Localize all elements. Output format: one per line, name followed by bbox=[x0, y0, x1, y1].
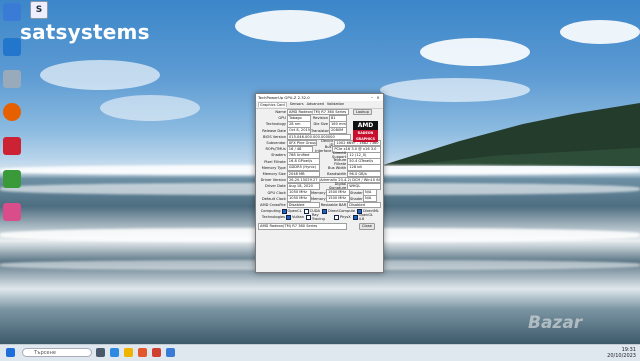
check-label: OpenCL bbox=[287, 209, 302, 214]
vulkan-check: Vulkan bbox=[286, 214, 304, 220]
gpuz-window: TechPowerUp GPU-Z 2.32.0 – × Graphics Ca… bbox=[255, 93, 384, 273]
radeon-sub: RADEON GRAPHICS bbox=[353, 130, 378, 142]
label: Driver Version bbox=[260, 178, 286, 183]
window-title: TechPowerUp GPU-Z 2.32.0 bbox=[258, 95, 310, 100]
cloud bbox=[235, 10, 345, 42]
close-icon[interactable]: × bbox=[375, 95, 381, 100]
check-label: Vulkan bbox=[292, 215, 304, 220]
cloud bbox=[560, 20, 640, 44]
watermark-logo: S bbox=[30, 1, 48, 19]
label: Transistors bbox=[311, 128, 331, 133]
label: Default Clock bbox=[261, 196, 286, 201]
label: Pixel Fillrate bbox=[264, 159, 286, 164]
label: GPU bbox=[278, 116, 286, 121]
label: GPU Clock bbox=[267, 190, 287, 195]
opengl-check: OpenGL 4.6 bbox=[352, 213, 379, 222]
label: Name bbox=[275, 110, 286, 115]
app-icon[interactable] bbox=[166, 348, 175, 357]
label: Die Size bbox=[313, 122, 329, 127]
app-icon[interactable] bbox=[3, 38, 21, 56]
label: Memory bbox=[311, 190, 326, 195]
recycle-bin-icon[interactable] bbox=[3, 70, 21, 88]
value: Disabled bbox=[347, 201, 381, 209]
label: Resizable BAR bbox=[320, 202, 347, 207]
label: BIOS Version bbox=[263, 134, 286, 139]
tab-graphics-card[interactable]: Graphics Card bbox=[258, 102, 287, 107]
label: Shaders bbox=[271, 153, 286, 158]
check-label: Ray Tracing bbox=[311, 213, 325, 222]
cloud bbox=[380, 78, 530, 102]
label: Memory Type bbox=[261, 165, 286, 170]
cpuid-icon[interactable] bbox=[3, 137, 21, 155]
bazar-watermark: Bazar bbox=[528, 313, 583, 333]
label: Release Date bbox=[262, 128, 286, 133]
title-bar[interactable]: TechPowerUp GPU-Z 2.32.0 – × bbox=[256, 94, 383, 101]
app-icon[interactable] bbox=[3, 170, 21, 188]
cloud bbox=[100, 95, 200, 121]
label: ROPs/TMUs bbox=[265, 147, 286, 152]
row-technologies: Technologies Vulkan Ray Tracing PhysX Op… bbox=[256, 213, 383, 222]
label: Memory bbox=[311, 196, 326, 201]
check-label: OpenGL 4.6 bbox=[358, 213, 373, 222]
label: Texture Fillrate bbox=[333, 157, 347, 166]
value: Disabled bbox=[286, 201, 321, 209]
gpu-select[interactable]: AMD Radeon(TM) R7 360 Series bbox=[258, 223, 347, 230]
app-icon[interactable] bbox=[152, 348, 161, 357]
tab-bar: Graphics Card Sensors Advanced Validatio… bbox=[256, 101, 383, 109]
label: Shader bbox=[350, 190, 363, 195]
label: Memory Size bbox=[262, 171, 286, 176]
cloud bbox=[420, 38, 530, 66]
close-button[interactable]: Close bbox=[359, 223, 375, 230]
check-label: DirectCompute bbox=[327, 209, 356, 214]
network-icon[interactable] bbox=[3, 3, 21, 21]
explorer-icon[interactable] bbox=[124, 348, 133, 357]
label: Shader bbox=[350, 196, 363, 201]
opencl-check: OpenCL bbox=[281, 208, 302, 214]
label: AMD CrossFire bbox=[260, 202, 286, 207]
label: Computing bbox=[260, 209, 281, 214]
tab-validation[interactable]: Validation bbox=[327, 102, 344, 107]
label: Bus Width bbox=[328, 165, 347, 170]
taskbar: Търсене 19:31 20/10/2023 bbox=[0, 344, 640, 361]
firefox-icon[interactable] bbox=[3, 103, 21, 121]
label: Technology bbox=[265, 122, 286, 127]
label: Technologies bbox=[261, 215, 285, 220]
edge-icon[interactable] bbox=[110, 348, 119, 357]
app-icon[interactable] bbox=[138, 348, 147, 357]
label: Bandwidth bbox=[327, 171, 347, 176]
row-footer: AMD Radeon(TM) R7 360 Series Close bbox=[256, 223, 383, 230]
start-icon[interactable] bbox=[6, 348, 15, 357]
label: Subvendor bbox=[266, 141, 286, 146]
raytracing-check: Ray Tracing bbox=[306, 213, 332, 221]
clock-date: 20/10/2023 bbox=[607, 353, 636, 359]
lookup-button[interactable]: Lookup bbox=[353, 108, 372, 116]
amd-logo: AMD RADEON GRAPHICS bbox=[353, 121, 378, 142]
tab-advanced[interactable]: Advanced bbox=[307, 102, 324, 107]
app-icon[interactable] bbox=[3, 203, 21, 221]
task-view-icon[interactable] bbox=[96, 348, 105, 357]
label: Driver Date bbox=[264, 184, 286, 189]
search-input[interactable]: Търсене bbox=[22, 348, 92, 357]
check-label: PhysX bbox=[339, 215, 351, 220]
tab-sensors[interactable]: Sensors bbox=[290, 102, 304, 107]
label: Revision bbox=[312, 116, 328, 121]
cloud bbox=[40, 60, 160, 90]
amd-brand: AMD bbox=[357, 122, 374, 129]
physx-check: PhysX bbox=[333, 214, 351, 220]
clock[interactable]: 19:31 20/10/2023 bbox=[607, 347, 636, 359]
watermark-text: satsystems bbox=[20, 20, 150, 44]
